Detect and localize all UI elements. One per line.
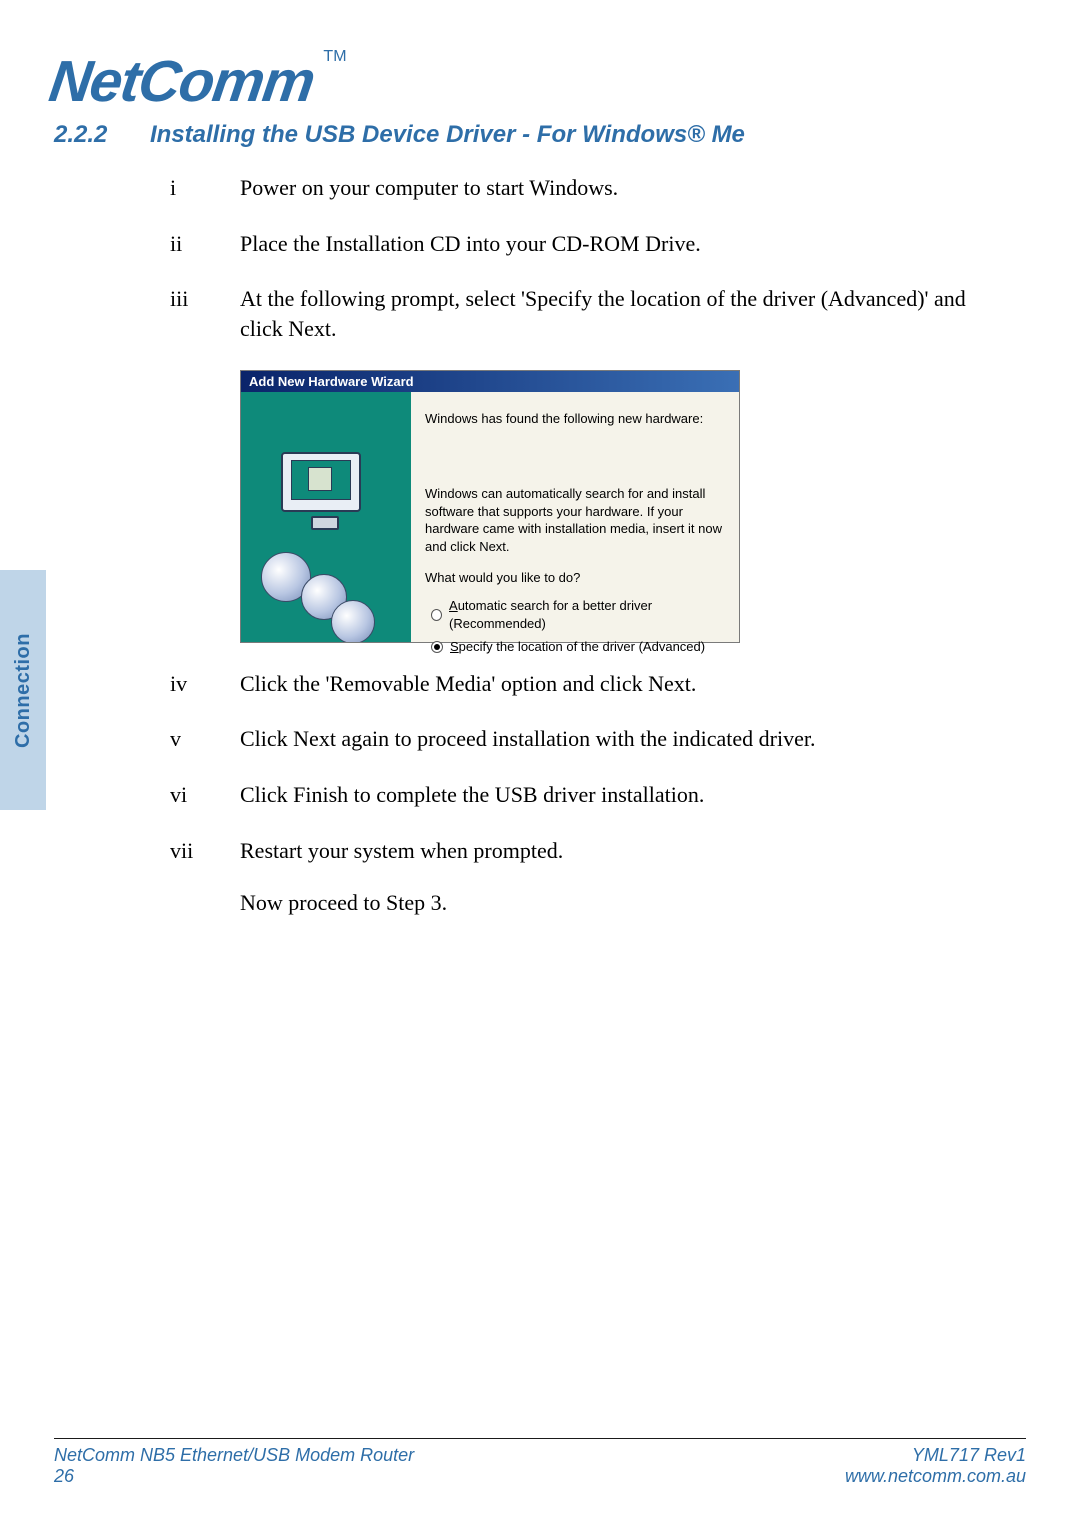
step-numeral: iv	[170, 669, 240, 699]
wizard-content: Windows has found the following new hard…	[411, 392, 739, 642]
step-text: Click Finish to complete the USB driver …	[240, 780, 1006, 810]
step-text: At the following prompt, select 'Specify…	[240, 284, 1006, 343]
radio-checked-icon	[431, 641, 443, 653]
step-text: Click the 'Removable Media' option and c…	[240, 669, 1006, 699]
step-item: vi Click Finish to complete the USB driv…	[170, 780, 1006, 810]
wizard-titlebar: Add New Hardware Wizard	[241, 371, 739, 392]
side-tab-connection: Connection	[0, 570, 46, 810]
page-footer: NetComm NB5 Ethernet/USB Modem Router 26…	[54, 1438, 1026, 1487]
section-title: Installing the USB Device Driver - For W…	[150, 121, 745, 148]
wizard-message-desc: Windows can automatically search for and…	[425, 485, 723, 555]
wizard-option-specify[interactable]: Specify the location of the driver (Adva…	[431, 638, 723, 656]
section-number: 2.2.2	[54, 121, 146, 149]
wizard-body: Windows has found the following new hard…	[241, 392, 739, 642]
disc-icon	[331, 600, 375, 642]
step-item: ii Place the Installation CD into your C…	[170, 229, 1006, 259]
step-text: Place the Installation CD into your CD-R…	[240, 229, 1006, 259]
wizard-option-auto[interactable]: Automatic search for a better driver (Re…	[431, 597, 723, 632]
wizard-option-specify-label: Specify the location of the driver (Adva…	[450, 638, 705, 656]
side-tab-label: Connection	[12, 633, 35, 748]
step-item: v Click Next again to proceed installati…	[170, 724, 1006, 754]
step-text: Power on your computer to start Windows.	[240, 173, 1006, 203]
step-item: iv Click the 'Removable Media' option an…	[170, 669, 1006, 699]
step-numeral: i	[170, 173, 240, 203]
steps-list: i Power on your computer to start Window…	[170, 173, 1006, 866]
step-numeral: ii	[170, 229, 240, 259]
footer-url: www.netcomm.com.au	[845, 1466, 1026, 1487]
trademark-symbol: TM	[323, 48, 346, 65]
brand-name: NetComm	[45, 48, 318, 115]
step-numeral: vii	[170, 836, 240, 866]
step-text: Restart your system when prompted.	[240, 836, 1006, 866]
wizard-dialog: Add New Hardware Wizard Windows has foun…	[240, 370, 740, 643]
wizard-option-auto-label: Automatic search for a better driver (Re…	[449, 597, 723, 632]
footer-revision: YML717 Rev1	[912, 1445, 1026, 1465]
footer-rule	[54, 1438, 1026, 1439]
step-text: Click Next again to proceed installation…	[240, 724, 1006, 754]
brand-logo: NetComm TM	[50, 48, 1026, 115]
radio-unchecked-icon	[431, 609, 442, 621]
page-number: 26	[54, 1466, 414, 1487]
step-numeral: vi	[170, 780, 240, 810]
wizard-sidebar-art	[241, 392, 411, 642]
section-heading: 2.2.2 Installing the USB Device Driver -…	[54, 121, 1026, 149]
footer-product: NetComm NB5 Ethernet/USB Modem Router	[54, 1445, 414, 1465]
wizard-prompt: What would you like to do?	[425, 569, 723, 587]
step-item: vii Restart your system when prompted.	[170, 836, 1006, 866]
step-numeral: v	[170, 724, 240, 754]
step-numeral: iii	[170, 284, 240, 343]
proceed-note: Now proceed to Step 3.	[240, 890, 1026, 916]
step-item: i Power on your computer to start Window…	[170, 173, 1006, 203]
document-page: NetComm TM 2.2.2 Installing the USB Devi…	[0, 0, 1080, 1529]
wizard-message-found: Windows has found the following new hard…	[425, 410, 723, 428]
step-item: iii At the following prompt, select 'Spe…	[170, 284, 1006, 343]
monitor-icon	[281, 452, 361, 512]
